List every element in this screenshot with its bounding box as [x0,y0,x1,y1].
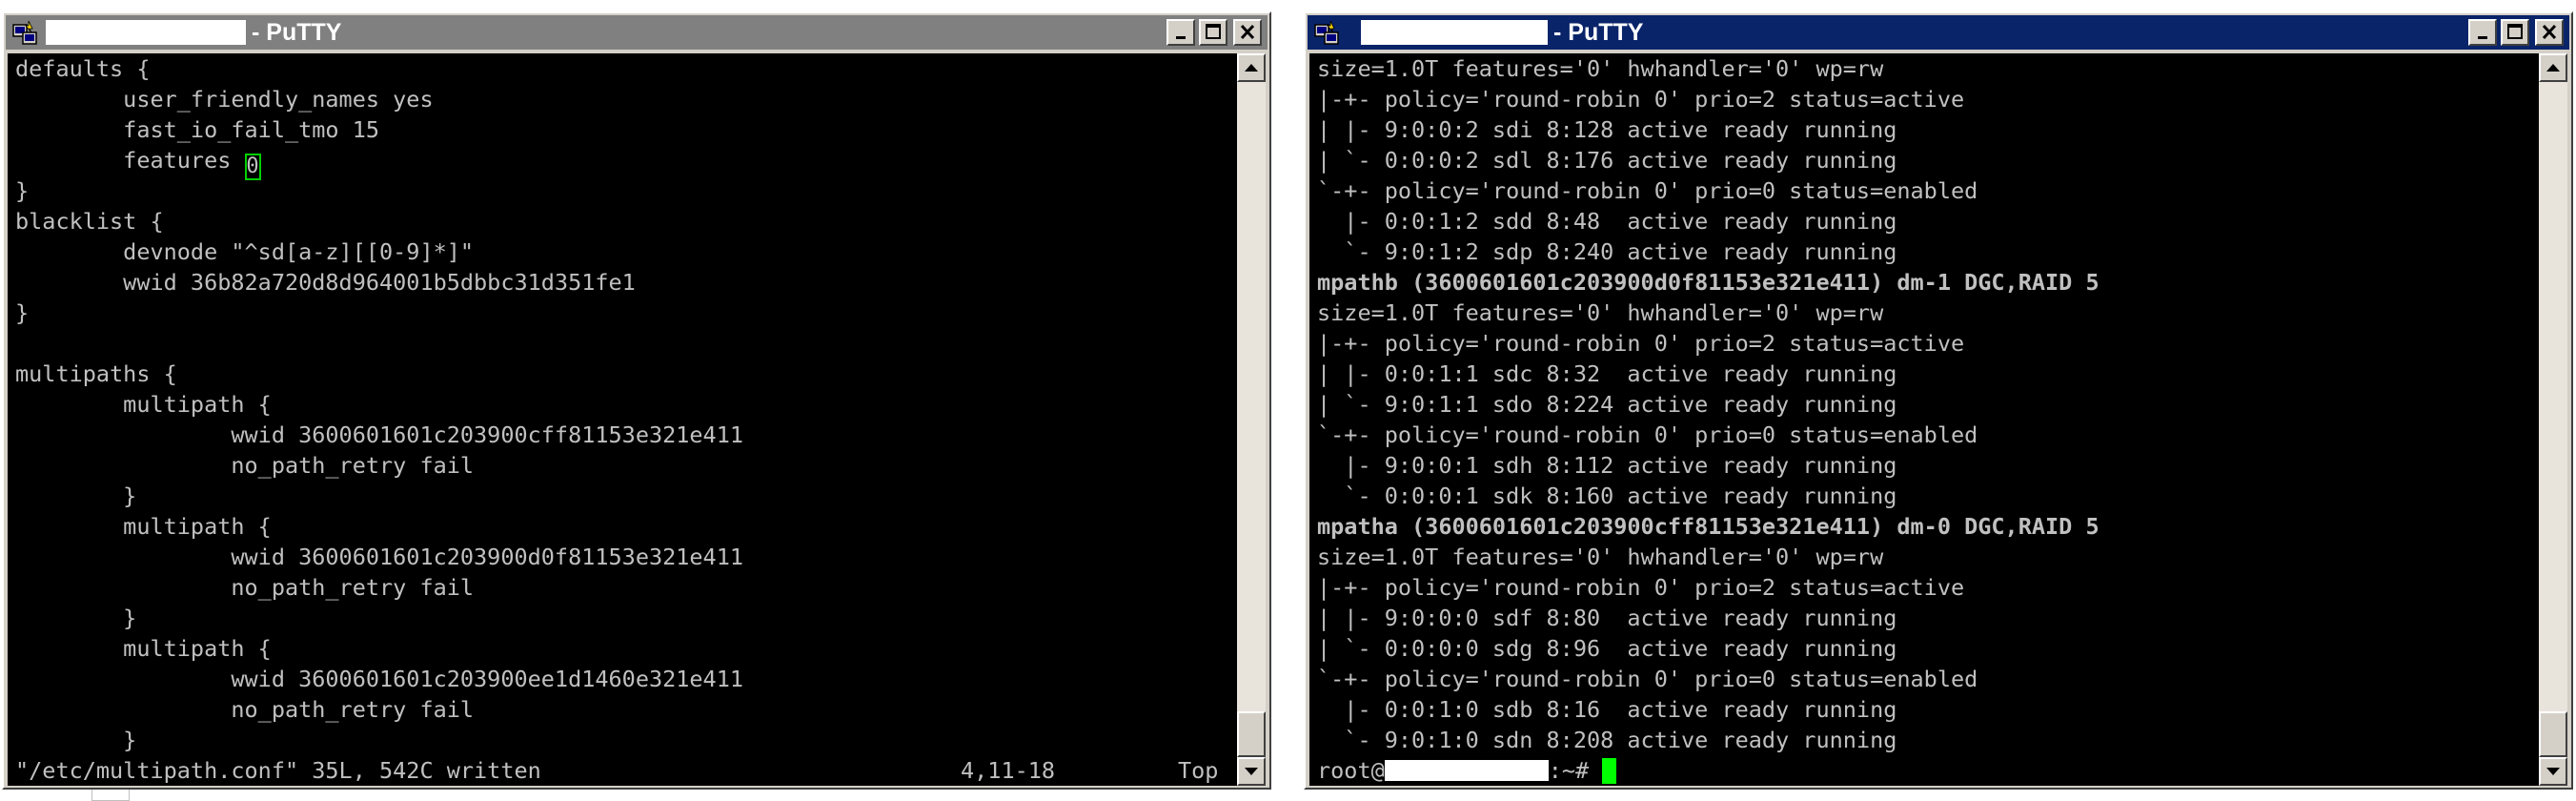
terminal-line: multipath { [15,513,272,540]
minimize-button[interactable] [2468,19,2497,46]
terminal-line: } [15,299,30,326]
scrollbar-thumb[interactable] [1237,711,1266,757]
text-cursor [1602,758,1617,784]
putty-window-left[interactable]: - PuTTY defaults { user_friendly_names y… [2,11,1271,790]
terminal-line: no_path_retry fail [15,452,475,479]
close-button[interactable] [1233,19,1262,46]
terminal-line: |- 9:0:0:1 sdh 8:112 active ready runnin… [1317,452,1897,479]
vertical-scrollbar[interactable] [1237,53,1266,786]
terminal-area[interactable]: size=1.0T features='0' hwhandler='0' wp=… [1309,53,2545,786]
scroll-up-arrow-icon [2546,64,2560,72]
terminal-line: wwid 36b82a720d8d964001b5dbbc31d351fe1 [15,269,636,296]
terminal-line: |-+- policy='round-robin 0' prio=2 statu… [1317,86,1965,113]
scroll-down-arrow-icon [2546,768,2560,775]
multipath-device-header: mpathb (3600601601c203900d0f81153e321e41… [1317,269,2099,296]
terminal-line: wwid 3600601601c203900ee1d1460e321e411 [15,666,744,692]
cursor-char: 0 [246,154,259,178]
minimize-icon [2478,36,2487,39]
minimize-button[interactable] [1166,19,1195,46]
hostname-redacted [1361,20,1548,45]
shell-prompt-line[interactable]: root@ :~# [1317,755,1617,786]
terminal-line: multipath { [15,391,272,418]
scroll-down-arrow-icon [1245,768,1258,775]
terminal-line: `-+- policy='round-robin 0' prio=0 statu… [1317,421,1978,448]
terminal-line: size=1.0T features='0' hwhandler='0' wp=… [1317,299,1884,326]
multipath-device-header: mpatha (3600601601c203900cff81153e321e41… [1317,513,2099,540]
terminal-line: wwid 3600601601c203900cff81153e321e411 [15,421,744,448]
terminal-line-text: features [15,147,245,174]
text-cursor: 0 [244,154,261,180]
terminal-line: |-+- policy='round-robin 0' prio=2 statu… [1317,330,1965,357]
terminal-line: wwid 3600601601c203900d0f81153e321e411 [15,544,744,570]
terminal-line: no_path_retry fail [15,574,475,601]
scroll-up-button[interactable] [2539,53,2567,82]
terminal-line: defaults { [15,55,151,82]
maximize-icon [2507,24,2523,39]
maximize-button[interactable] [1199,19,1227,46]
scroll-down-button[interactable] [1237,757,1266,786]
terminal-line: | `- 0:0:0:0 sdg 8:96 active ready runni… [1317,635,1897,662]
terminal-line: `- 9:0:1:2 sdp 8:240 active ready runnin… [1317,238,1897,265]
terminal-line: multipath { [15,635,272,662]
scroll-down-button[interactable] [2539,757,2567,786]
terminal-line: } [15,483,137,509]
terminal-line: } [15,177,30,204]
title-bar[interactable]: - PuTTY [6,15,1268,50]
terminal-line: blacklist { [15,208,164,235]
terminal-line: |- 0:0:1:2 sdd 8:48 active ready running [1317,208,1897,235]
terminal-line: } [15,605,137,631]
window-title: - PuTTY [252,19,342,46]
terminal-line: size=1.0T features='0' hwhandler='0' wp=… [1317,55,1884,82]
maximize-icon [1206,24,1221,39]
terminal-line: |- 0:0:1:0 sdb 8:16 active ready running [1317,696,1897,723]
close-button[interactable] [2535,19,2564,46]
terminal-line: multipaths { [15,360,177,387]
prompt-path: :~# [1548,757,1590,784]
terminal-line-cursor: features 0 [15,145,261,180]
hostname-redacted [1384,760,1549,781]
vertical-scrollbar[interactable] [2539,53,2567,786]
maximize-button[interactable] [2501,19,2529,46]
terminal-line: size=1.0T features='0' hwhandler='0' wp=… [1317,544,1884,570]
terminal-line: user_friendly_names yes [15,86,434,113]
terminal-line: no_path_retry fail [15,696,475,723]
title-bar[interactable]: - PuTTY [1308,15,2569,50]
terminal-line: `-+- policy='round-robin 0' prio=0 statu… [1317,177,1978,204]
background-window-fragment [91,788,130,801]
putty-icon[interactable] [1313,19,1340,46]
scroll-up-button[interactable] [1237,53,1266,82]
terminal-line: } [15,727,137,753]
terminal-line: | `- 9:0:1:1 sdo 8:224 active ready runn… [1317,391,1897,418]
terminal-line: fast_io_fail_tmo 15 [15,116,380,143]
putty-icon[interactable] [11,19,38,46]
scroll-up-arrow-icon [1245,64,1258,72]
terminal-area[interactable]: defaults { user_friendly_names yes fast_… [8,53,1243,786]
terminal-line: |-+- policy='round-robin 0' prio=2 statu… [1317,574,1965,601]
terminal-line: | `- 0:0:0:2 sdl 8:176 active ready runn… [1317,147,1897,174]
terminal-line: | |- 9:0:0:2 sdi 8:128 active ready runn… [1317,116,1897,143]
prompt-user: root@ [1317,757,1385,784]
vim-cursor-position: 4,11-18 [961,757,1056,784]
vim-scroll-position: Top [1178,757,1219,784]
hostname-redacted [46,20,246,45]
putty-window-right[interactable]: - PuTTY size=1.0T features='0' hwhandler… [1304,11,2573,790]
window-title: - PuTTY [1553,19,1644,46]
terminal-line: devnode "^sd[a-z][[0-9]*]" [15,238,475,265]
minimize-icon [1176,36,1186,39]
vim-status-file: "/etc/multipath.conf" 35L, 542C written [15,757,541,784]
close-icon [1240,24,1255,40]
scrollbar-thumb[interactable] [2539,711,2567,757]
terminal-line: `- 0:0:0:1 sdk 8:160 active ready runnin… [1317,483,1897,509]
close-icon [2542,24,2557,40]
terminal-line: | |- 0:0:1:1 sdc 8:32 active ready runni… [1317,360,1897,387]
terminal-line: `-+- policy='round-robin 0' prio=0 statu… [1317,666,1978,692]
terminal-line: `- 9:0:1:0 sdn 8:208 active ready runnin… [1317,727,1897,753]
terminal-line: | |- 9:0:0:0 sdf 8:80 active ready runni… [1317,605,1897,631]
